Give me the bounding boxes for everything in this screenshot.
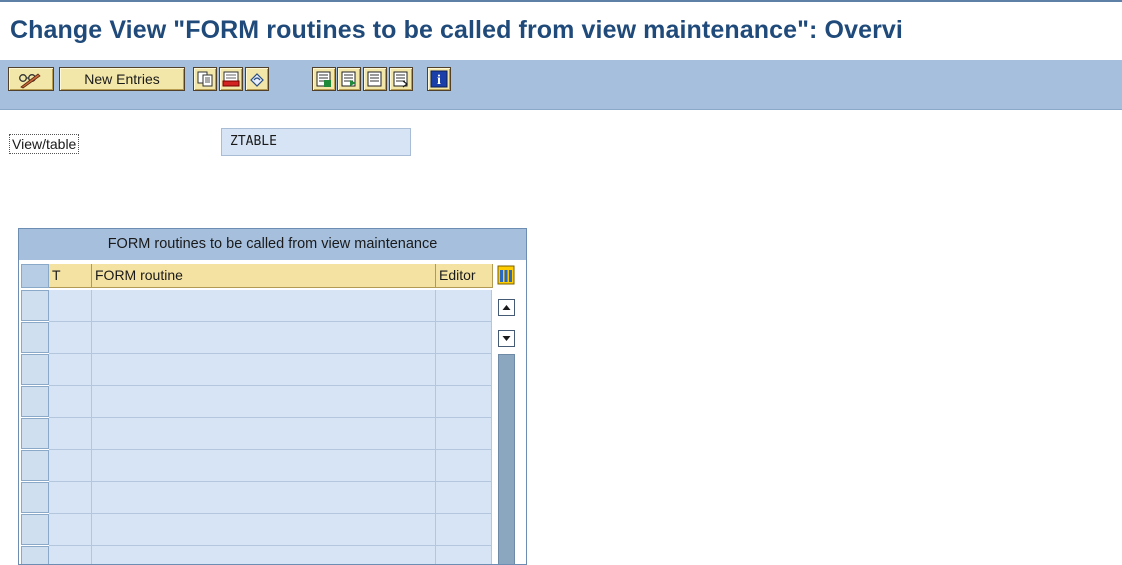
copy-icon xyxy=(197,71,213,87)
cell-type[interactable] xyxy=(49,482,92,514)
table-row xyxy=(21,290,492,322)
table-row xyxy=(21,546,492,564)
row-selector[interactable] xyxy=(21,514,49,545)
cell-form-routine[interactable] xyxy=(92,322,436,354)
row-selector[interactable] xyxy=(21,450,49,481)
view-table-label: View/table xyxy=(9,134,80,154)
cell-editor[interactable] xyxy=(436,418,492,450)
selection-icon xyxy=(393,71,408,88)
undo-change-button[interactable] xyxy=(245,67,269,91)
vertical-scrollbar[interactable] xyxy=(498,354,515,564)
table-row xyxy=(21,450,492,482)
page-title: Change View "FORM routines to be called … xyxy=(10,16,903,44)
row-selector[interactable] xyxy=(21,546,49,564)
column-header-form-routine[interactable]: FORM routine xyxy=(92,264,436,288)
cell-form-routine[interactable] xyxy=(92,290,436,322)
cell-type[interactable] xyxy=(49,386,92,418)
cell-editor[interactable] xyxy=(436,386,492,418)
row-selector[interactable] xyxy=(21,482,49,513)
table-row xyxy=(21,514,492,546)
table-title: FORM routines to be called from view mai… xyxy=(19,229,526,260)
new-entries-button[interactable]: New Entries xyxy=(59,67,185,91)
table-row xyxy=(21,322,492,354)
cell-form-routine[interactable] xyxy=(92,514,436,546)
svg-text:i: i xyxy=(437,73,441,88)
delete-button[interactable] xyxy=(219,67,243,91)
cell-type[interactable] xyxy=(49,450,92,482)
cell-editor[interactable] xyxy=(436,482,492,514)
info-button[interactable]: i xyxy=(427,67,451,91)
select-block-icon xyxy=(341,71,356,87)
table-row xyxy=(21,354,492,386)
select-all-rows-button[interactable] xyxy=(21,264,49,288)
view-table-field[interactable]: ZTABLE xyxy=(221,128,411,156)
select-all-icon xyxy=(316,71,331,87)
window-top-border xyxy=(0,0,1122,2)
scroll-up-button[interactable] xyxy=(498,299,515,316)
row-selector[interactable] xyxy=(21,322,49,353)
display-change-icon xyxy=(19,73,41,89)
application-toolbar: New Entries i xyxy=(0,60,1122,110)
deselect-all-icon xyxy=(367,71,382,87)
table-row xyxy=(21,418,492,450)
column-header-editor[interactable]: Editor xyxy=(436,264,493,288)
row-selector[interactable] xyxy=(21,354,49,385)
cell-form-routine[interactable] xyxy=(92,450,436,482)
cell-type[interactable] xyxy=(49,546,92,564)
scroll-down-button[interactable] xyxy=(498,330,515,347)
cell-editor[interactable] xyxy=(436,514,492,546)
cell-form-routine[interactable] xyxy=(92,546,436,564)
row-selector[interactable] xyxy=(21,418,49,449)
cell-editor[interactable] xyxy=(436,322,492,354)
table-settings-icon[interactable] xyxy=(497,265,515,285)
arrow-up-icon xyxy=(502,305,511,310)
column-header-type[interactable]: T xyxy=(49,264,92,288)
cell-type[interactable] xyxy=(49,290,92,322)
select-all-button[interactable] xyxy=(312,67,336,91)
table-control: FORM routines to be called from view mai… xyxy=(18,228,527,565)
cell-form-routine[interactable] xyxy=(92,354,436,386)
cell-editor[interactable] xyxy=(436,546,492,564)
cell-editor[interactable] xyxy=(436,290,492,322)
cell-form-routine[interactable] xyxy=(92,482,436,514)
display-change-button[interactable] xyxy=(8,67,54,91)
row-selector[interactable] xyxy=(21,290,49,321)
table-row xyxy=(21,482,492,514)
cell-editor[interactable] xyxy=(436,450,492,482)
cell-editor[interactable] xyxy=(436,354,492,386)
arrow-down-icon xyxy=(502,336,511,341)
selection-criteria-button[interactable] xyxy=(389,67,413,91)
row-selector[interactable] xyxy=(21,386,49,417)
cell-type[interactable] xyxy=(49,418,92,450)
delete-icon xyxy=(222,71,240,87)
cell-type[interactable] xyxy=(49,514,92,546)
cell-form-routine[interactable] xyxy=(92,418,436,450)
table-row xyxy=(21,386,492,418)
cell-type[interactable] xyxy=(49,354,92,386)
info-icon: i xyxy=(430,70,448,88)
select-block-button[interactable] xyxy=(337,67,361,91)
undo-change-icon xyxy=(250,73,264,87)
copy-as-button[interactable] xyxy=(193,67,217,91)
cell-form-routine[interactable] xyxy=(92,386,436,418)
deselect-all-button[interactable] xyxy=(363,67,387,91)
cell-type[interactable] xyxy=(49,322,92,354)
